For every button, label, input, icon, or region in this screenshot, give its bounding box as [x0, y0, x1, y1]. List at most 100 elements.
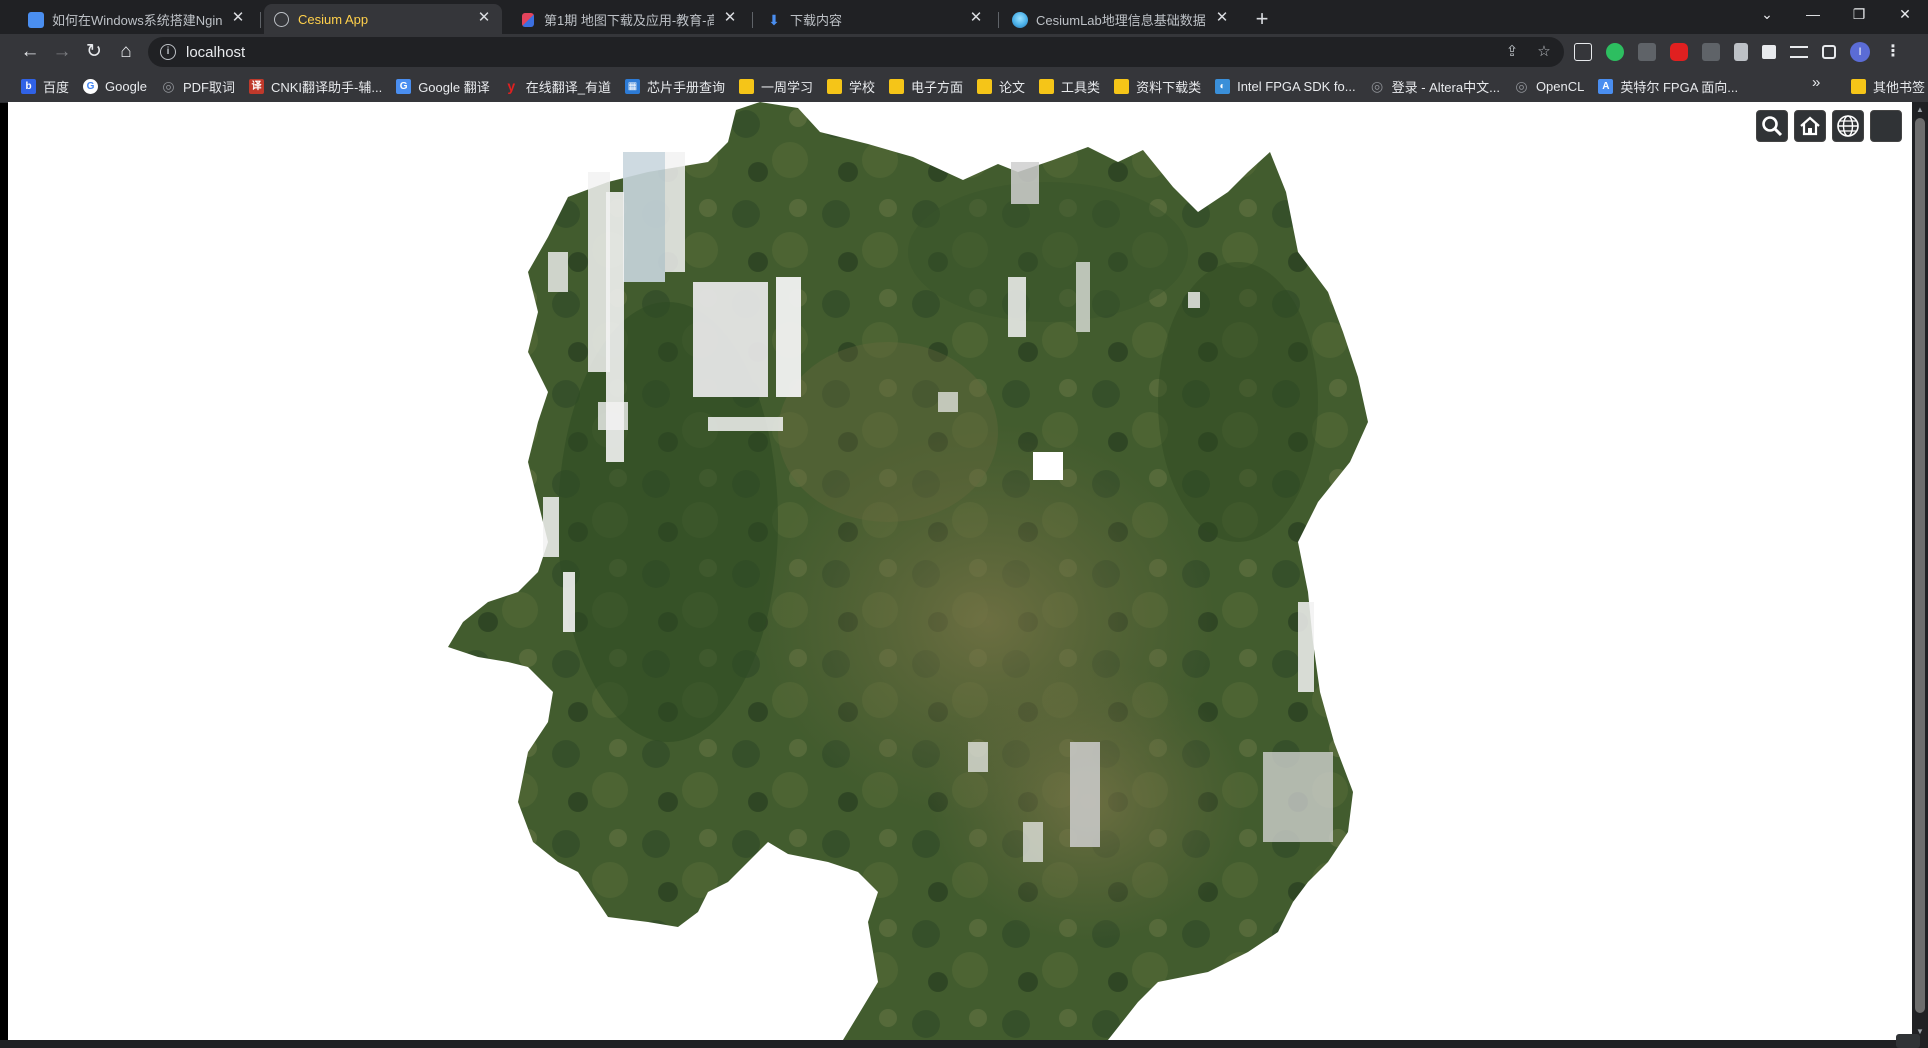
bookmark-label: Google: [105, 78, 147, 94]
reading-list-icon[interactable]: [1790, 46, 1808, 58]
site-info-icon[interactable]: i: [160, 44, 176, 60]
home-view-button[interactable]: [1794, 110, 1826, 142]
profile-avatar[interactable]: I: [1850, 42, 1870, 62]
restore-icon[interactable]: ❐: [1836, 0, 1882, 30]
page-extension-icon[interactable]: [1734, 43, 1748, 61]
bookmarks-overflow-icon[interactable]: »: [1812, 74, 1820, 91]
window-close-icon[interactable]: ✕: [1882, 0, 1928, 30]
bookmark-0[interactable]: b 百度: [14, 73, 76, 99]
close-icon[interactable]: ✕: [230, 10, 246, 26]
document-favicon-icon: [28, 12, 44, 28]
bookmark-6[interactable]: ▦ 芯片手册查询: [618, 73, 732, 99]
menu-kebab-icon[interactable]: ⋮: [1884, 43, 1902, 61]
bookmark-16[interactable]: A 英特尔 FPGA 面向...: [1591, 73, 1745, 99]
scene-mode-button[interactable]: [1832, 110, 1864, 142]
extensions-puzzle-icon[interactable]: [1762, 45, 1776, 59]
bookmark-label: 电子方面: [911, 79, 964, 95]
geocoder-search-button[interactable]: [1756, 110, 1788, 142]
bookmark-1[interactable]: G Google: [76, 73, 154, 99]
folder-icon: [1114, 78, 1130, 94]
tab-nginx[interactable]: 如何在Windows系统搭建Nginx ✕: [18, 4, 261, 34]
bookmark-label: PDF取词: [182, 79, 235, 95]
forward-arrow-icon[interactable]: →: [48, 38, 76, 66]
tab-title: 如何在Windows系统搭建Nginx: [52, 12, 222, 28]
bookmark-label: 一周学习: [760, 79, 813, 95]
bookmark-13[interactable]: ◐ Intel FPGA SDK fo...: [1208, 73, 1363, 99]
cnki-icon: 译: [248, 78, 264, 94]
close-icon[interactable]: ✕: [1214, 10, 1230, 26]
tab-title: 第1期 地图下载及应用-教育-高清: [544, 12, 714, 28]
tab-bilibili[interactable]: 第1期 地图下载及应用-教育-高清 ✕: [510, 4, 753, 34]
youdao-icon: y: [507, 77, 516, 94]
video-extension-icon[interactable]: [1670, 43, 1688, 61]
cesium-viewer[interactable]: [8, 102, 1912, 1040]
scroll-up-icon[interactable]: ▲: [1915, 105, 1925, 115]
globe-bookmark-icon: ◎: [162, 77, 175, 94]
satellite-imagery-map[interactable]: [8, 102, 1912, 1040]
bookmark-4[interactable]: G Google 翻译: [389, 73, 497, 99]
bookmark-label: 英特尔 FPGA 面向...: [1620, 79, 1739, 95]
bilibili-favicon-icon: [522, 13, 534, 27]
bookmark-7[interactable]: 一周学习: [732, 73, 820, 99]
tab-cesiumlab[interactable]: CesiumLab地理信息基础数据处 ✕: [1002, 4, 1240, 34]
bookmark-label: OpenCL: [1535, 78, 1585, 94]
globe-bookmark-icon: ◎: [1370, 77, 1384, 94]
bookmark-label: Google 翻译: [418, 79, 490, 95]
bookmark-15[interactable]: ◎ OpenCL: [1507, 73, 1591, 99]
bookmark-2[interactable]: ◎ PDF取词: [154, 73, 242, 99]
bookmark-label: 芯片手册查询: [646, 79, 725, 95]
globe-favicon-icon: [274, 12, 289, 27]
other-bookmarks-folder[interactable]: 其他书签: [1844, 73, 1928, 99]
base-layer-picker-button[interactable]: [1870, 110, 1902, 142]
evernote-extension-icon[interactable]: [1606, 43, 1624, 61]
cesium-bottom-bar: [0, 1034, 1928, 1048]
home-icon[interactable]: ⌂: [112, 38, 140, 66]
bookmark-label: Intel FPGA SDK fo...: [1237, 78, 1356, 94]
tab-cesium-app[interactable]: Cesium App ✕: [264, 4, 502, 34]
scrollbar-thumb[interactable]: [1915, 118, 1925, 1013]
cesiumlab-favicon-icon: [1012, 12, 1028, 28]
url-text[interactable]: localhost: [186, 44, 245, 61]
close-icon[interactable]: ✕: [476, 10, 492, 26]
tab-downloads[interactable]: ⬇ 下载内容 ✕: [756, 4, 999, 34]
tab-search-chevron-down-icon[interactable]: ⌄: [1744, 0, 1790, 30]
globe-icon: [1837, 115, 1859, 137]
translate-extension-icon[interactable]: [1638, 43, 1656, 61]
reader-extension-icon[interactable]: [1574, 43, 1592, 61]
minimize-icon[interactable]: —: [1790, 0, 1836, 30]
search-icon: [1762, 116, 1783, 137]
google-icon: G: [83, 78, 99, 94]
omnibox-actions: ⇪ ☆: [1490, 42, 1554, 60]
bookmark-star-icon[interactable]: ☆: [1534, 42, 1554, 60]
bookmark-label: 其他书签: [1873, 79, 1926, 95]
folder-icon: [738, 78, 754, 94]
lake-plain: [778, 342, 998, 522]
vertical-scrollbar[interactable]: ▲ ▼: [1912, 102, 1928, 1040]
close-icon[interactable]: ✕: [722, 10, 738, 26]
back-arrow-icon[interactable]: ←: [16, 38, 44, 66]
side-panel-icon[interactable]: [1822, 45, 1836, 59]
new-tab-button[interactable]: +: [1248, 6, 1276, 34]
bookmark-10[interactable]: 论文: [970, 73, 1032, 99]
bookmark-label: 工具类: [1061, 79, 1101, 95]
folder-icon: [827, 78, 842, 94]
altera-icon: A: [1598, 78, 1614, 94]
bookmark-14[interactable]: ◎ 登录 - Altera中文...: [1363, 73, 1507, 99]
tab-title: CesiumLab地理信息基础数据处: [1036, 12, 1206, 28]
bookmark-9[interactable]: 电子方面: [882, 73, 970, 99]
bookmark-label: 学校: [849, 79, 876, 95]
bookmark-11[interactable]: 工具类: [1032, 73, 1107, 99]
bookmark-label: 登录 - Altera中文...: [1391, 79, 1500, 95]
address-bar[interactable]: i localhost ⇪ ☆: [148, 37, 1564, 67]
share-icon[interactable]: ⇪: [1502, 42, 1522, 60]
reload-icon[interactable]: ↻: [80, 38, 108, 66]
cesium-credit-logo-icon[interactable]: [4, 1030, 28, 1048]
tab-strip: 如何在Windows系统搭建Nginx ✕ Cesium App ✕ 第1期 地…: [0, 0, 1928, 34]
bookmark-3[interactable]: 译 CNKI翻译助手-辅...: [242, 73, 389, 99]
bookmark-5[interactable]: y 在线翻译_有道: [497, 73, 618, 99]
fullscreen-button[interactable]: [1896, 1034, 1920, 1048]
h-extension-icon[interactable]: [1702, 43, 1720, 61]
close-icon[interactable]: ✕: [968, 10, 984, 26]
bookmark-8[interactable]: 学校: [820, 73, 882, 99]
bookmark-12[interactable]: 资料下载类: [1107, 73, 1208, 99]
